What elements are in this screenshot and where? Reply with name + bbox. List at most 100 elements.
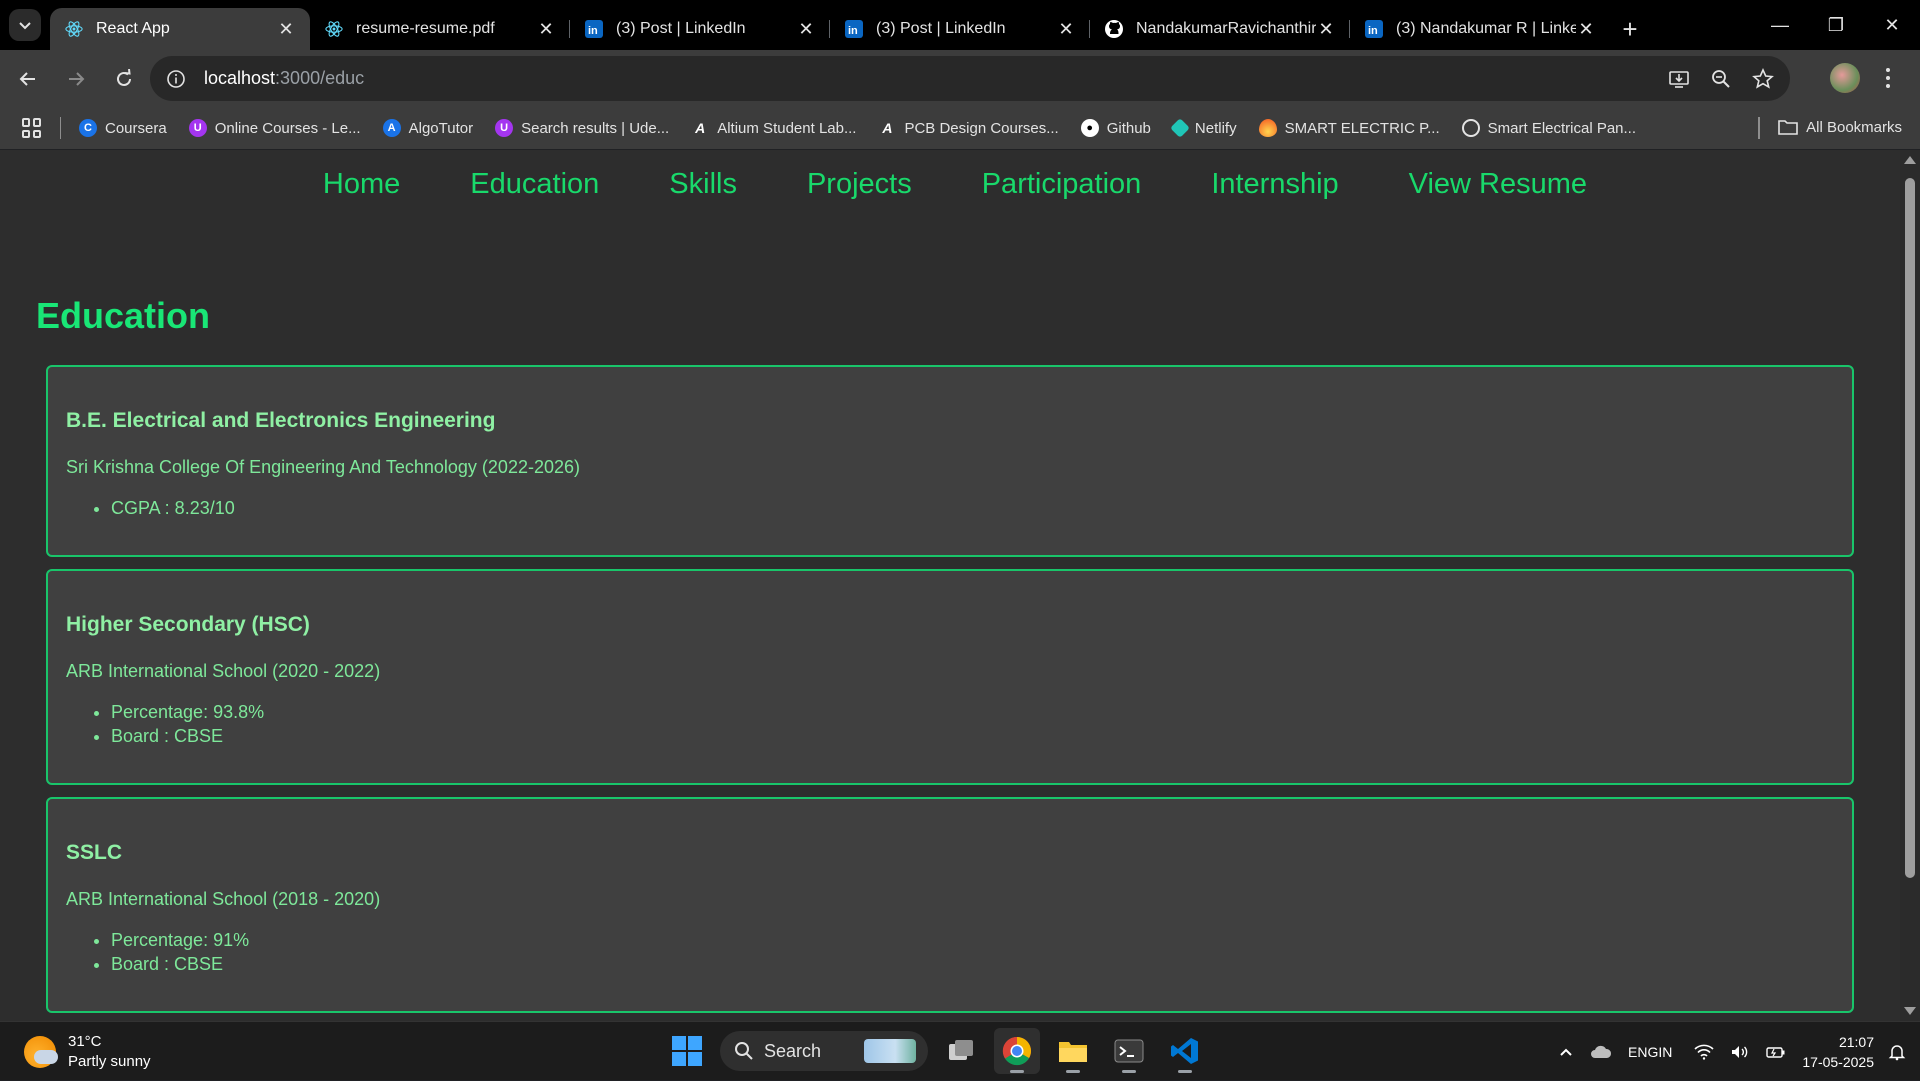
install-app-icon[interactable] <box>1664 64 1694 94</box>
tab-resume-pdf[interactable]: resume-resume.pdf ✕ <box>310 8 570 50</box>
file-explorer-icon[interactable] <box>1050 1028 1096 1074</box>
chrome-taskbar-icon[interactable] <box>994 1028 1040 1074</box>
degree-title: B.E. Electrical and Electronics Engineer… <box>66 409 496 432</box>
bookmark-altium[interactable]: A Altium Student Lab... <box>691 119 856 137</box>
bookmark-udemy-search[interactable]: U Search results | Ude... <box>495 119 669 137</box>
nav-education[interactable]: Education <box>470 168 599 201</box>
wifi-icon[interactable] <box>1694 1044 1714 1060</box>
education-card-hsc: Higher Secondary (HSC) ARB International… <box>46 569 1854 785</box>
info-icon[interactable] <box>164 67 188 91</box>
close-icon[interactable]: ✕ <box>1316 19 1336 39</box>
weather-condition: Partly sunny <box>68 1053 151 1070</box>
education-card-sslc: SSLC ARB International School (2018 - 20… <box>46 797 1854 1013</box>
close-icon[interactable]: ✕ <box>796 19 816 39</box>
taskbar-search[interactable]: Search <box>720 1031 928 1071</box>
active-indicator <box>1010 1070 1024 1073</box>
window-controls: — ❐ ✕ <box>1752 0 1920 50</box>
nav-skills[interactable]: Skills <box>669 168 737 201</box>
clock[interactable]: 21:07 17-05-2025 <box>1802 1032 1874 1072</box>
reload-button[interactable] <box>104 59 144 99</box>
folder-icon <box>1778 120 1798 135</box>
bookmark-smart-electrical-panel[interactable]: Smart Electrical Pan... <box>1461 119 1636 137</box>
nav-participation[interactable]: Participation <box>982 168 1142 201</box>
netlify-icon <box>1170 118 1190 138</box>
detail-list: CGPA : 8.23/10 <box>111 496 1834 520</box>
url-path: :3000/educ <box>275 68 365 88</box>
nav-projects[interactable]: Projects <box>807 168 912 201</box>
close-icon[interactable]: ✕ <box>1056 19 1076 39</box>
fire-icon <box>1258 119 1277 137</box>
arrow-left-icon <box>19 71 35 86</box>
close-icon[interactable]: ✕ <box>276 19 296 39</box>
apps-grid-icon[interactable] <box>22 118 42 138</box>
close-icon[interactable]: ✕ <box>536 19 556 39</box>
weather-text: 31°C Partly sunny <box>68 1032 151 1072</box>
nav-internship[interactable]: Internship <box>1211 168 1338 201</box>
bookmark-smart-electric[interactable]: SMART ELECTRIC P... <box>1258 119 1440 137</box>
search-icon <box>735 1042 753 1060</box>
scrollbar-thumb[interactable] <box>1905 178 1915 878</box>
tab-react-app[interactable]: React App ✕ <box>50 8 310 50</box>
new-tab-button[interactable]: + <box>1610 8 1650 50</box>
address-bar[interactable]: localhost:3000/educ <box>150 56 1790 101</box>
degree-title: Higher Secondary (HSC) <box>66 613 310 636</box>
all-bookmarks-label: All Bookmarks <box>1806 118 1902 136</box>
site-nav: Home Education Skills Projects Participa… <box>0 168 1900 201</box>
scroll-up-arrow[interactable] <box>1904 156 1916 164</box>
minimize-button[interactable]: — <box>1752 0 1808 50</box>
nav-view-resume[interactable]: View Resume <box>1409 168 1587 201</box>
terminal-icon[interactable] <box>1106 1028 1152 1074</box>
tab-title: (3) Nandakumar R | LinkedIn <box>1396 20 1576 37</box>
tab-linkedin-profile[interactable]: in (3) Nandakumar R | LinkedIn ✕ <box>1350 8 1610 50</box>
browser-menu-icon[interactable] <box>1878 65 1898 91</box>
browser-toolbar: localhost:3000/educ <box>0 50 1920 107</box>
close-window-button[interactable]: ✕ <box>1864 0 1920 50</box>
tab-github[interactable]: NandakumarRavichanthiran ✕ <box>1090 8 1350 50</box>
bookmark-pcb-design[interactable]: A PCB Design Courses... <box>878 119 1058 137</box>
tab-linkedin-post-2[interactable]: in (3) Post | LinkedIn ✕ <box>830 8 1090 50</box>
windows-start-icon[interactable] <box>664 1028 710 1074</box>
volume-icon[interactable] <box>1730 1044 1750 1060</box>
react-icon <box>324 19 344 39</box>
forward-button[interactable] <box>56 59 96 99</box>
clock-time: 21:07 <box>1838 1033 1874 1050</box>
zoom-icon[interactable] <box>1706 64 1736 94</box>
bookmark-netlify[interactable]: Netlify <box>1170 118 1237 138</box>
linkedin-icon: in <box>1364 19 1384 39</box>
tab-linkedin-post[interactable]: in (3) Post | LinkedIn ✕ <box>570 8 830 50</box>
onedrive-icon[interactable] <box>1590 1044 1612 1060</box>
udemy-icon: U <box>188 119 207 137</box>
battery-icon[interactable] <box>1766 1044 1786 1060</box>
task-view-icon[interactable] <box>938 1028 984 1074</box>
language-indicator[interactable]: ENG IN <box>1628 1043 1672 1061</box>
chevron-up-icon[interactable] <box>1558 1044 1574 1060</box>
bookmark-github[interactable]: ● Github <box>1080 119 1151 137</box>
detail-item: CGPA : 8.23/10 <box>111 496 1834 520</box>
bookmark-label: Netlify <box>1194 119 1237 137</box>
all-bookmarks-button[interactable]: All Bookmarks <box>1778 118 1902 136</box>
vscode-icon[interactable] <box>1162 1028 1208 1074</box>
nav-home[interactable]: Home <box>323 168 400 201</box>
temperature: 31°C <box>68 1033 102 1050</box>
restore-button[interactable]: ❐ <box>1808 0 1864 50</box>
page-scrollbar[interactable] <box>1900 150 1920 1021</box>
detail-list: Percentage: 91% Board : CBSE <box>111 928 1834 976</box>
partly-sunny-icon <box>24 1036 58 1068</box>
omnibox-actions <box>1664 64 1778 94</box>
weather-widget[interactable]: 31°C Partly sunny <box>24 1032 151 1072</box>
svg-text:in: in <box>848 25 858 37</box>
close-icon[interactable]: ✕ <box>1576 19 1596 39</box>
bookmark-coursera[interactable]: C Coursera <box>79 119 167 137</box>
tab-search-button[interactable] <box>9 9 41 41</box>
tab-list: React App ✕ resume-resume.pdf ✕ in (3) P… <box>50 8 1650 50</box>
notification-icon[interactable] <box>1888 1043 1906 1061</box>
profile-avatar[interactable] <box>1830 63 1860 93</box>
bookmark-algotutor[interactable]: A AlgoTutor <box>382 119 473 137</box>
scroll-down-arrow[interactable] <box>1904 1007 1916 1015</box>
institution-text: ARB International School (2020 - 2022) <box>66 661 381 681</box>
bookmark-label: Altium Student Lab... <box>717 119 857 137</box>
back-button[interactable] <box>8 59 48 99</box>
bookmark-star-icon[interactable] <box>1748 64 1778 94</box>
search-label: Search <box>764 1040 822 1061</box>
bookmark-online-courses[interactable]: U Online Courses - Le... <box>188 119 361 137</box>
